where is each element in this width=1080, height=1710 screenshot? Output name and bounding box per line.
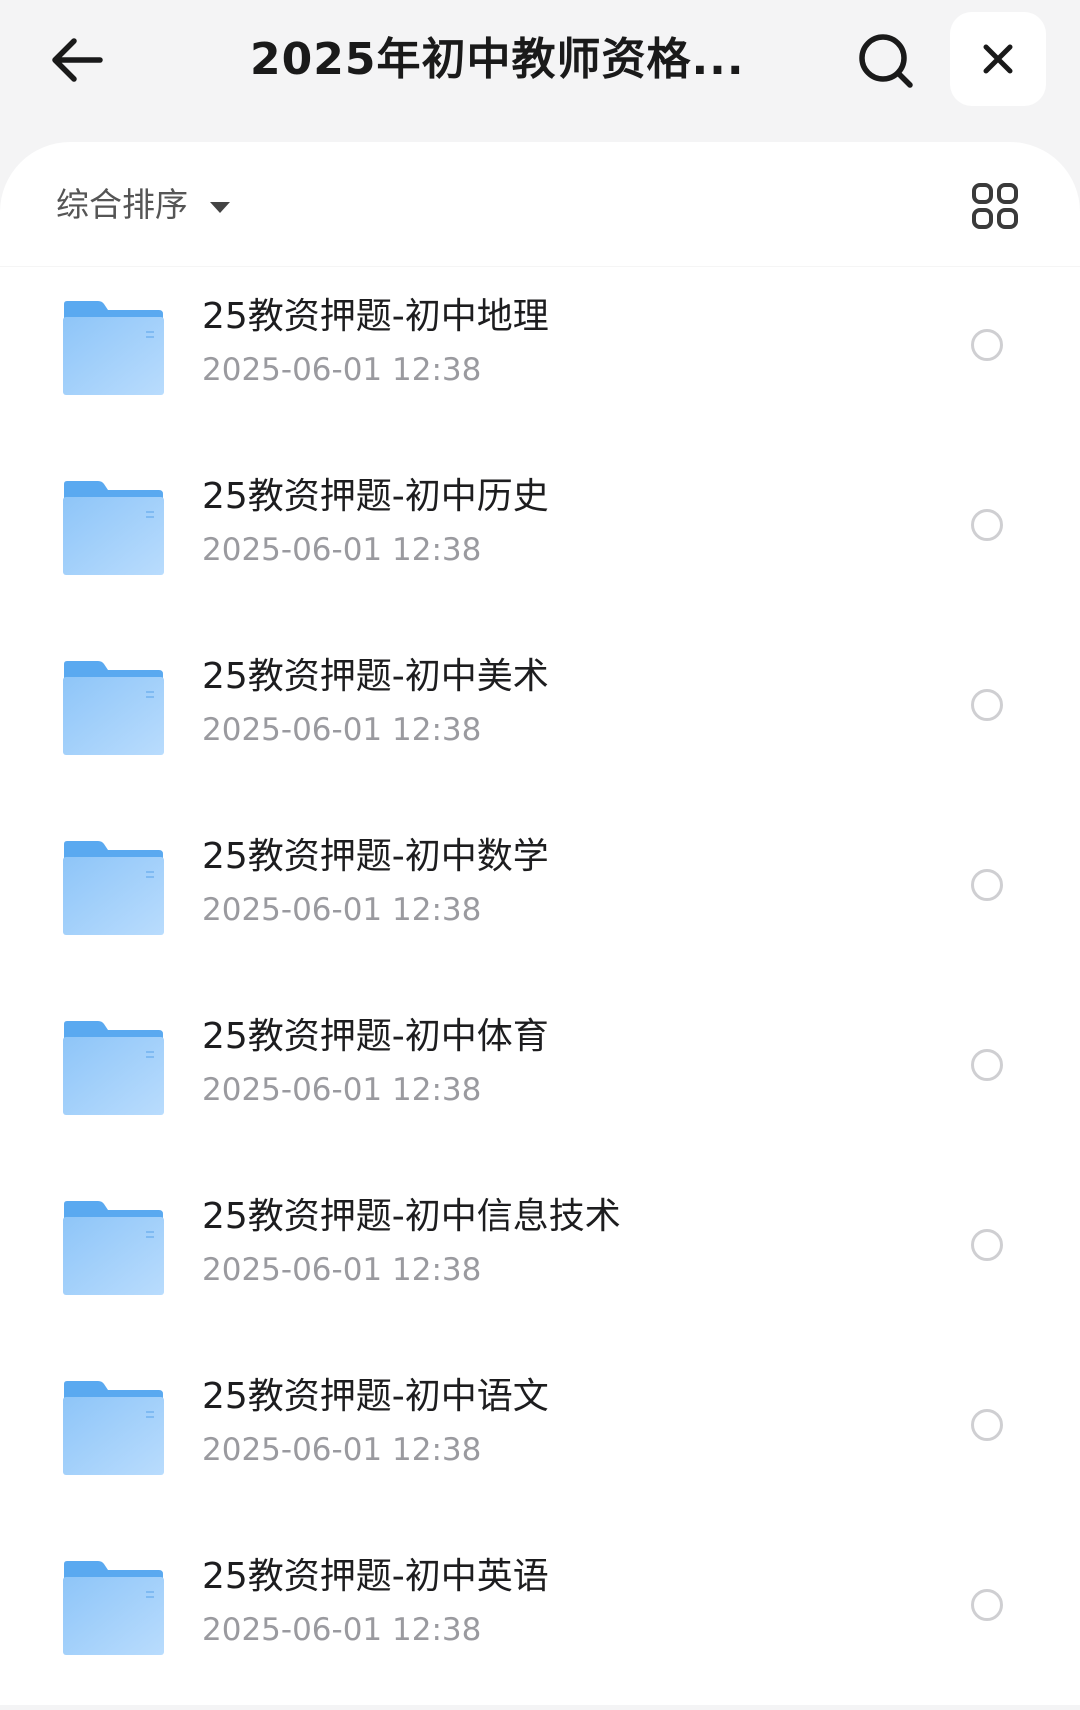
item-name: 25教资押题-初中体育 — [202, 1016, 549, 1057]
sort-dropdown[interactable]: 综合排序 — [56, 180, 230, 230]
item-date: 2025-06-01 12:38 — [202, 712, 482, 748]
list-item[interactable]: 25教资押题-初中美术 2025-06-01 12:38 — [0, 630, 1080, 810]
grid-view-icon — [972, 183, 1018, 229]
file-list: 25教资押题-初中地理 2025-06-01 12:38 25教资押题-初中历史… — [0, 270, 1080, 1710]
item-name: 25教资押题-初中英语 — [202, 1556, 549, 1597]
list-item[interactable]: 25教资押题-初中历史 2025-06-01 12:38 — [0, 450, 1080, 630]
item-name: 25教资押题-初中信息技术 — [202, 1196, 621, 1237]
select-radio[interactable] — [971, 509, 1003, 541]
list-item[interactable]: 25教资押题-初中体育 2025-06-01 12:38 — [0, 990, 1080, 1170]
top-bar: 2025年初中教师资格... — [0, 0, 1080, 142]
list-item[interactable]: 25教资押题-初中地理 2025-06-01 12:38 — [0, 270, 1080, 450]
list-item[interactable]: 25教资押题-初中数学 2025-06-01 12:38 — [0, 810, 1080, 990]
item-name: 25教资押题-初中历史 — [202, 476, 549, 517]
caret-down-icon — [210, 201, 230, 213]
sort-toolbar: 综合排序 — [0, 142, 1080, 267]
folder-icon — [63, 1201, 164, 1295]
item-date: 2025-06-01 12:38 — [202, 532, 482, 568]
list-item[interactable]: 25教资押题-初中英语 2025-06-01 12:38 — [0, 1530, 1080, 1710]
select-radio[interactable] — [971, 1229, 1003, 1261]
folder-icon — [63, 1561, 164, 1655]
close-button[interactable] — [950, 12, 1046, 106]
select-radio[interactable] — [971, 869, 1003, 901]
sort-label: 综合排序 — [56, 185, 188, 224]
list-item[interactable]: 25教资押题-初中语文 2025-06-01 12:38 — [0, 1350, 1080, 1530]
close-icon — [983, 44, 1013, 74]
item-name: 25教资押题-初中美术 — [202, 656, 549, 697]
folder-icon — [63, 1021, 164, 1115]
folder-icon — [63, 301, 164, 395]
search-button[interactable] — [853, 28, 919, 94]
select-radio[interactable] — [971, 329, 1003, 361]
grid-view-button[interactable] — [969, 180, 1021, 232]
item-date: 2025-06-01 12:38 — [202, 1072, 482, 1108]
item-date: 2025-06-01 12:38 — [202, 1432, 482, 1468]
item-date: 2025-06-01 12:38 — [202, 1612, 482, 1648]
item-date: 2025-06-01 12:38 — [202, 892, 482, 928]
item-name: 25教资押题-初中地理 — [202, 296, 549, 337]
select-radio[interactable] — [971, 689, 1003, 721]
page-title: 2025年初中教师资格... — [250, 34, 745, 85]
list-item[interactable]: 25教资押题-初中信息技术 2025-06-01 12:38 — [0, 1170, 1080, 1350]
folder-icon — [63, 481, 164, 575]
select-radio[interactable] — [971, 1049, 1003, 1081]
folder-icon — [63, 661, 164, 755]
item-date: 2025-06-01 12:38 — [202, 352, 482, 388]
folder-icon — [63, 1381, 164, 1475]
item-name: 25教资押题-初中数学 — [202, 836, 549, 877]
back-button[interactable] — [44, 28, 108, 92]
file-panel: 综合排序 25教资押题-初中地理 2025-06-01 12:38 25教资押题… — [0, 142, 1080, 1705]
search-icon — [859, 34, 913, 88]
item-date: 2025-06-01 12:38 — [202, 1252, 482, 1288]
select-radio[interactable] — [971, 1409, 1003, 1441]
folder-icon — [63, 841, 164, 935]
select-radio[interactable] — [971, 1589, 1003, 1621]
arrow-left-icon — [52, 38, 103, 82]
item-name: 25教资押题-初中语文 — [202, 1376, 549, 1417]
